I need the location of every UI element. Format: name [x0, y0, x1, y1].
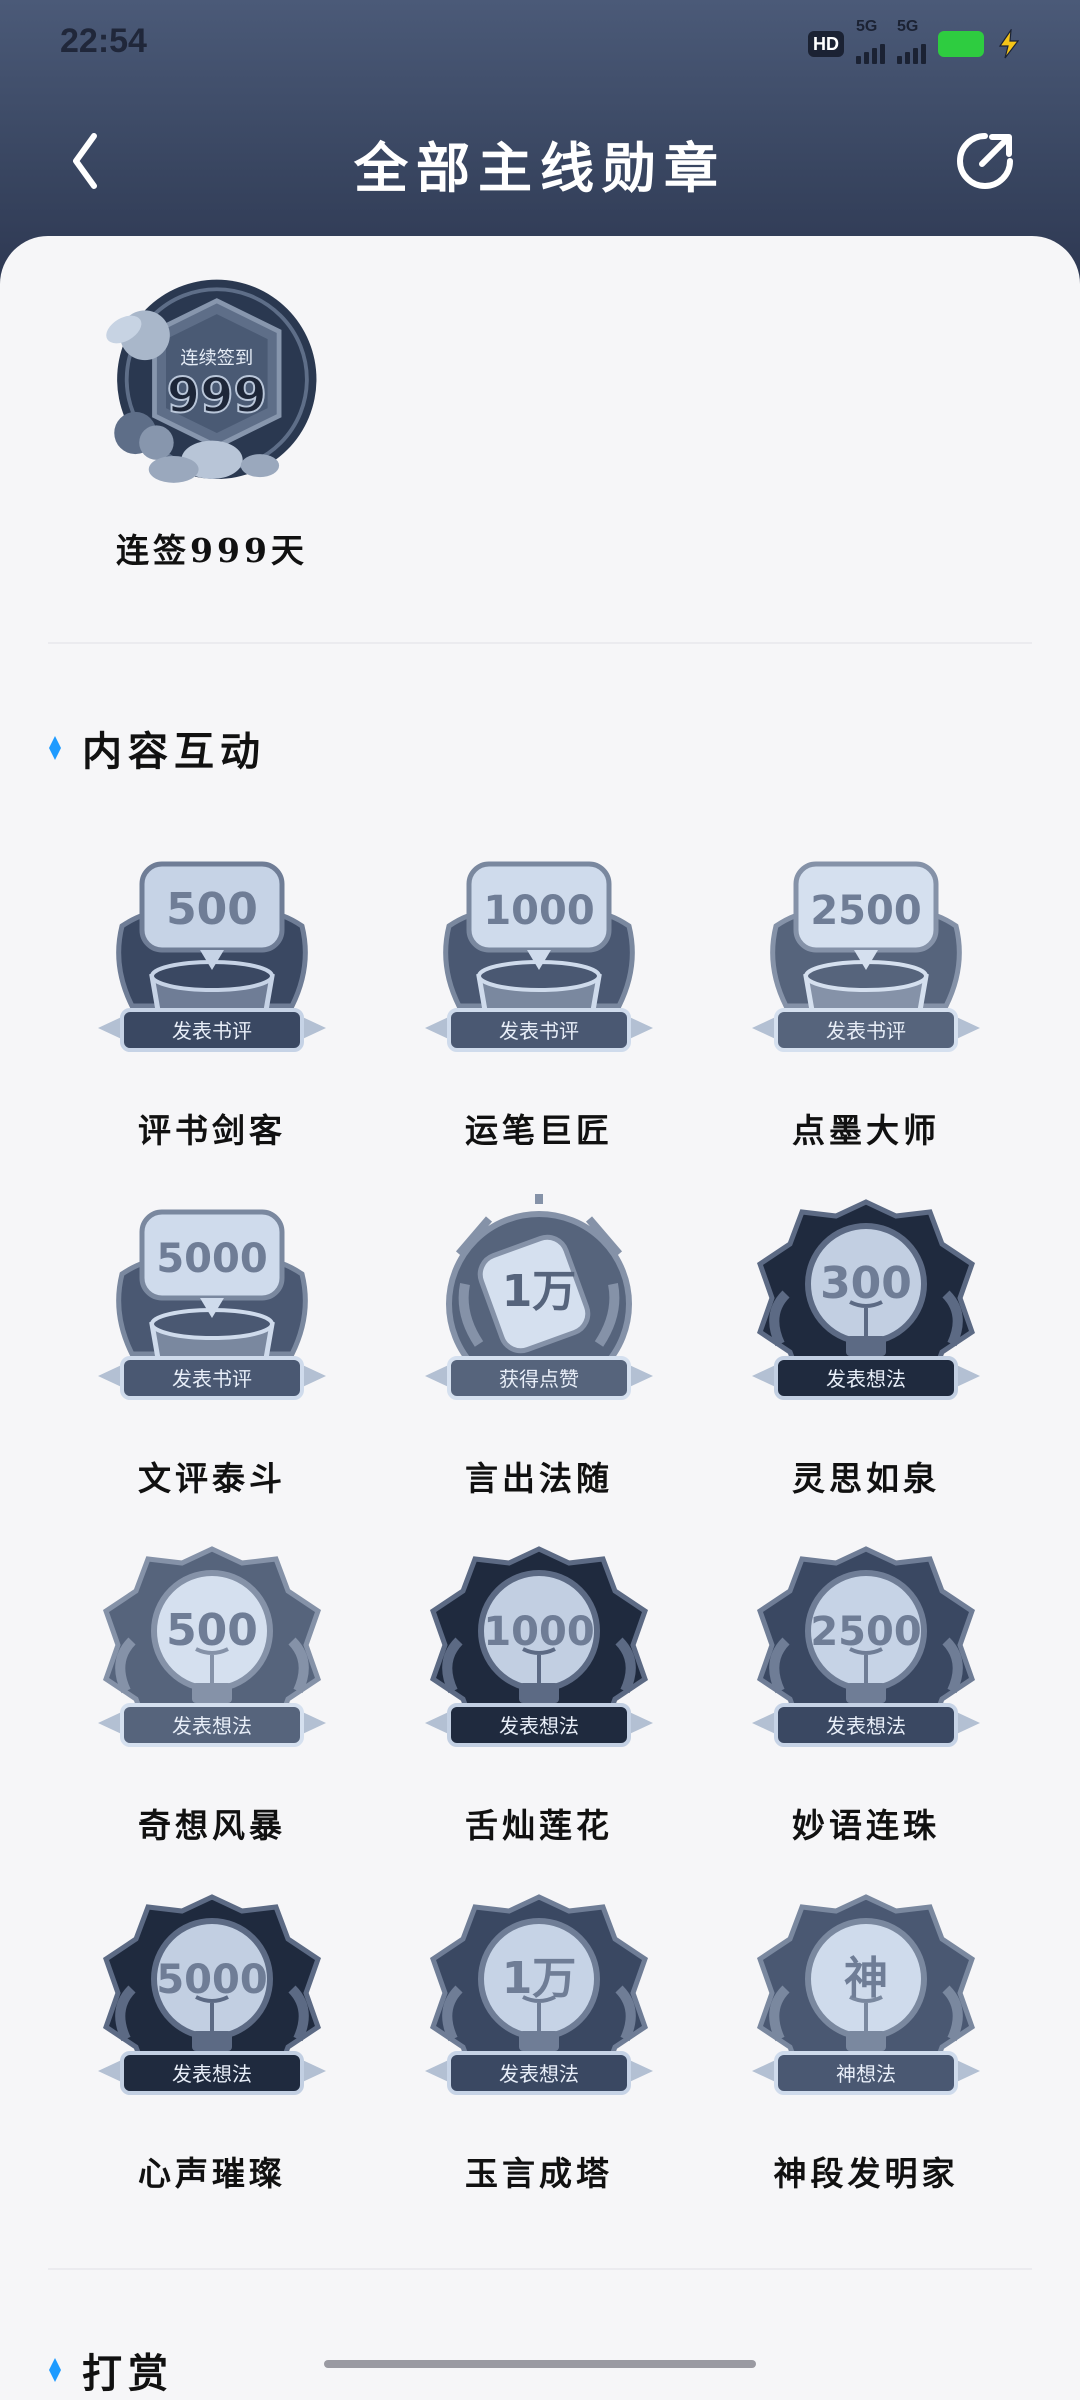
- badge-label: 评书剑客: [138, 1111, 286, 1150]
- badge-ribbon-text: 发表想法: [172, 2062, 252, 2086]
- featured-ribbon-text: 连续签到: [180, 348, 253, 369]
- status-time: 22:54: [60, 22, 147, 60]
- section-header: 内容互动: [48, 718, 266, 778]
- diamond-bullet-icon: [49, 736, 61, 760]
- badge-item[interactable]: 1万获得点赞言出法随: [389, 1194, 689, 1500]
- badge-item[interactable]: 300 发表想法灵思如泉: [716, 1194, 1016, 1500]
- badge-label: 言出法随: [465, 1459, 613, 1498]
- badge-label: 神段发明家: [773, 2154, 959, 2193]
- badge-ribbon-text: 发表想法: [826, 1367, 906, 1391]
- section-title: 打赏: [82, 2350, 174, 2397]
- checkin-badge-icon: 连续签到 999: [106, 279, 317, 483]
- network-type-label: 5G: [897, 18, 919, 35]
- badge-number: 500: [166, 1605, 258, 1656]
- badge-ribbon-text: 发表书评: [826, 1019, 906, 1043]
- badge-ribbon-text: 发表想法: [499, 1714, 579, 1738]
- badge-label: 妙语连珠: [792, 1806, 940, 1845]
- badge-label: 舌灿莲花: [465, 1806, 613, 1845]
- badge-item[interactable]: 5000 发表书评文评泰斗: [62, 1194, 362, 1500]
- badge-label: 奇想风暴: [138, 1806, 286, 1845]
- idea-badge-icon: 500 发表想法: [98, 1546, 326, 1747]
- badge-ribbon-text: 发表书评: [499, 1019, 579, 1043]
- section-header: 打赏: [48, 2340, 174, 2400]
- featured-number: 999: [167, 369, 267, 424]
- badge-ribbon-text: 神想法: [836, 2062, 896, 2086]
- featured-badge[interactable]: 连续签到 999 连签999天: [62, 272, 362, 572]
- badge-item[interactable]: 1000 发表想法舌灿莲花: [389, 1541, 689, 1847]
- badge-number: 500: [166, 884, 258, 935]
- badge-ribbon-text: 发表想法: [499, 2062, 579, 2086]
- like-badge-icon: 1万获得点赞: [425, 1194, 653, 1400]
- badge-item[interactable]: 1万发表想法玉言成塔: [389, 1889, 689, 2195]
- badge-number: 5000: [156, 1957, 267, 2003]
- signal-icon-2: 5G: [897, 18, 926, 64]
- badge-item[interactable]: 神神想法 神段发明家: [716, 1889, 1016, 2195]
- diamond-bullet-icon: [49, 2358, 61, 2382]
- badge-item[interactable]: 500 发表书评评书剑客: [62, 846, 362, 1152]
- network-type-label: 5G: [856, 18, 878, 35]
- chevron-left-icon[interactable]: [60, 126, 110, 196]
- section-title: 内容互动: [82, 728, 266, 775]
- divider: [48, 2268, 1032, 2270]
- badge-ribbon-text: 发表书评: [172, 1367, 252, 1391]
- idea-badge-icon: 1000 发表想法: [425, 1546, 653, 1747]
- signal-icon-1: 5G: [856, 18, 885, 64]
- badge-item[interactable]: 5000 发表想法心声璀璨: [62, 1889, 362, 2195]
- idea-badge-icon: 1万发表想法: [425, 1894, 653, 2095]
- review-badge-icon: 500 发表书评: [98, 861, 326, 1052]
- badge-number: 1000: [483, 1609, 594, 1655]
- badge-label: 玉言成塔: [465, 2154, 613, 2193]
- hd-icon: HD: [808, 31, 844, 57]
- home-indicator[interactable]: [324, 2360, 756, 2368]
- idea-badge-icon: 300 发表想法: [752, 1199, 980, 1400]
- divider: [48, 642, 1032, 644]
- review-badge-icon: 1000 发表书评: [425, 861, 653, 1052]
- badge-item[interactable]: 2500 发表书评点墨大师: [716, 846, 1016, 1152]
- review-badge-icon: 5000 发表书评: [98, 1209, 326, 1400]
- badge-label: 灵思如泉: [792, 1459, 940, 1498]
- status-icons: HD 5G 5G: [808, 18, 1022, 64]
- badge-label: 心声璀璨: [138, 2154, 286, 2193]
- badge-number: 神: [844, 1953, 888, 2004]
- idea-badge-icon: 5000 发表想法: [98, 1894, 326, 2095]
- badge-label: 点墨大师: [792, 1111, 940, 1150]
- badge-label: 连签999天: [116, 531, 308, 570]
- badge-item[interactable]: 1000 发表书评运笔巨匠: [389, 846, 689, 1152]
- charging-bolt-icon: [998, 29, 1020, 59]
- badge-item[interactable]: 2500 发表想法妙语连珠: [716, 1541, 1016, 1847]
- page-title: 全部主线勋章: [354, 136, 726, 200]
- idea-badge-icon: 神神想法: [752, 1894, 980, 2095]
- badge-number: 2500: [810, 888, 921, 934]
- badge-number: 5000: [156, 1236, 267, 1282]
- idea-badge-icon: 2500 发表想法: [752, 1546, 980, 1747]
- badge-ribbon-text: 发表想法: [826, 1714, 906, 1738]
- badge-item[interactable]: 500 发表想法奇想风暴: [62, 1541, 362, 1847]
- badge-number: 1万: [502, 1953, 577, 2004]
- battery-icon: [938, 31, 984, 57]
- badge-number: 1000: [483, 888, 594, 934]
- badge-ribbon-text: 获得点赞: [499, 1367, 579, 1391]
- badge-label: 运笔巨匠: [465, 1111, 613, 1150]
- badge-number: 2500: [810, 1609, 921, 1655]
- badge-number: 300: [820, 1258, 912, 1309]
- review-badge-icon: 2500 发表书评: [752, 861, 980, 1052]
- status-bar: 22:54 HD 5G 5G: [0, 0, 1080, 86]
- badge-label: 文评泰斗: [138, 1459, 286, 1498]
- nav-bar: 全部主线勋章: [0, 86, 1080, 246]
- badge-number: 1万: [502, 1266, 577, 1317]
- badge-ribbon-text: 发表书评: [172, 1019, 252, 1043]
- badge-ribbon-text: 发表想法: [172, 1714, 252, 1738]
- share-icon[interactable]: [952, 128, 1018, 194]
